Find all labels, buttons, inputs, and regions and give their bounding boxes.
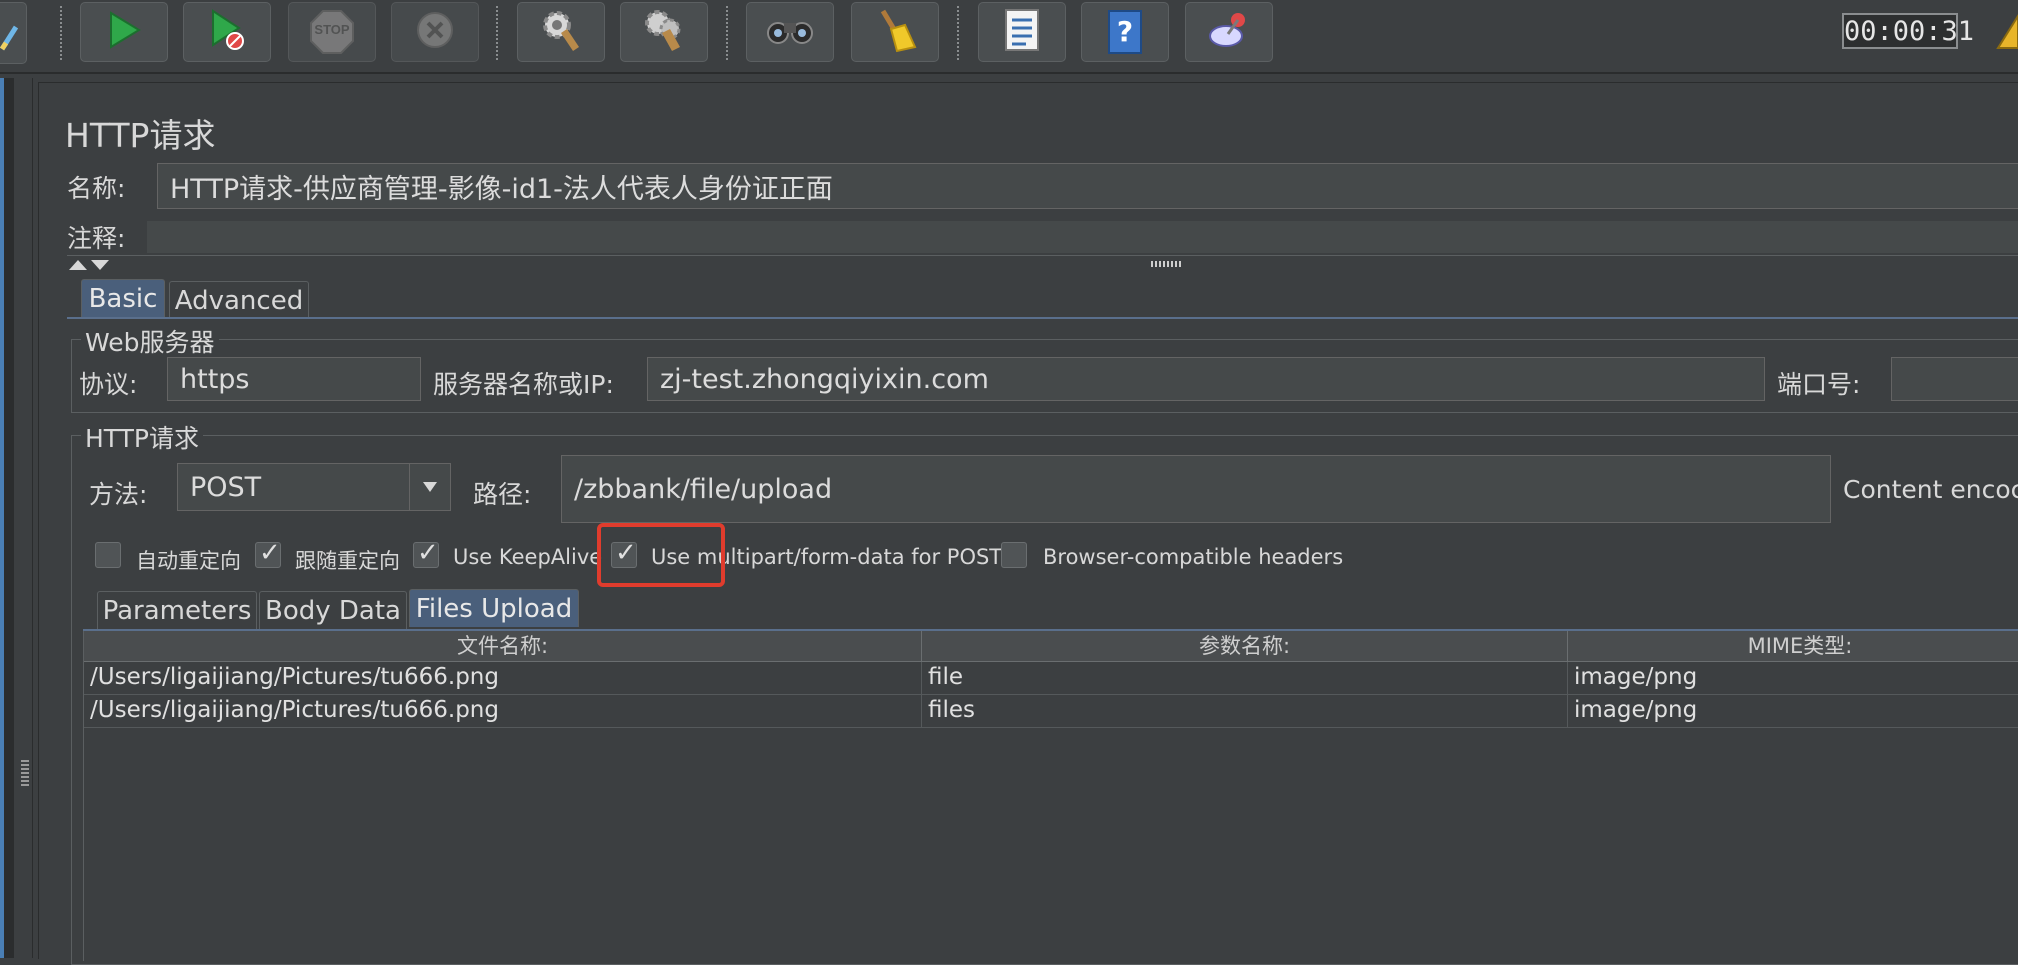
cell-mime[interactable]: image/png	[1574, 664, 1697, 690]
shutdown-icon	[415, 10, 455, 54]
port-label: 端口号:	[1777, 370, 1861, 399]
function-helper-button[interactable]	[978, 2, 1066, 62]
stop-button[interactable]: STOP	[288, 2, 376, 62]
name-field[interactable]: HTTP请求-供应商管理-影像-id1-法人代表人身份证正面	[157, 163, 2018, 209]
web-server-title: Web服务器	[81, 323, 219, 359]
protocol-field[interactable]: https	[167, 357, 421, 401]
path-label: 路径:	[473, 480, 532, 509]
help-book-icon: ?	[1108, 10, 1142, 54]
resize-grip-icon[interactable]	[1151, 261, 1181, 267]
help-button[interactable]: ?	[1081, 2, 1169, 62]
http-request-title: HTTP请求	[81, 419, 203, 455]
column-divider	[921, 662, 922, 728]
collapse-arrows-icon[interactable]	[67, 257, 113, 276]
clear-gear-icon	[539, 7, 583, 57]
table-header: 文件名称: 参数名称: MIME类型:	[84, 631, 2018, 662]
broom-icon	[873, 7, 917, 57]
cell-filename[interactable]: /Users/ligaijiang/Pictures/tu666.png	[90, 697, 499, 723]
follow-redirect-checkbox[interactable]: ✓	[255, 538, 281, 568]
remote-button[interactable]	[1185, 2, 1273, 62]
method-value: POST	[190, 471, 262, 503]
content-encoding-label: Content encoc	[1843, 475, 2018, 504]
panel-splitter[interactable]	[14, 78, 33, 958]
play-icon	[107, 11, 141, 53]
divider	[67, 255, 2018, 256]
keepalive-checkbox[interactable]: ✓	[413, 538, 439, 568]
auto-redirect-checkbox[interactable]	[95, 542, 121, 568]
http-request-panel: HTTP请求 名称: HTTP请求-供应商管理-影像-id1-法人代表人身份证正…	[38, 82, 2018, 965]
files-table: 文件名称: 参数名称: MIME类型: /Users/ligaijiang/Pi…	[83, 631, 2018, 961]
checkmark-icon: ✓	[259, 538, 281, 568]
splitter-grip-icon[interactable]	[21, 760, 29, 788]
server-label: 服务器名称或IP:	[433, 370, 614, 399]
clear-all-icon	[642, 7, 686, 57]
tree-selection-bar	[0, 78, 4, 958]
pencil-icon[interactable]	[0, 2, 27, 64]
cell-filename[interactable]: /Users/ligaijiang/Pictures/tu666.png	[90, 664, 499, 690]
elapsed-timer: 00:00:31	[1842, 13, 1974, 49]
list-icon	[1002, 8, 1042, 56]
method-label: 方法:	[89, 480, 148, 509]
tab-files-upload[interactable]: Files Upload	[409, 589, 579, 627]
comment-label: 注释:	[67, 224, 126, 253]
tab-basic[interactable]: Basic	[81, 279, 165, 317]
keepalive-label: Use KeepAlive	[453, 545, 603, 569]
start-no-pauses-button[interactable]	[183, 2, 271, 62]
server-field[interactable]: zj-test.zhongqiyixin.com	[647, 357, 1765, 401]
column-divider	[1567, 662, 1568, 728]
method-select[interactable]: POST	[177, 463, 451, 511]
port-field[interactable]	[1891, 357, 2018, 401]
binoculars-icon	[766, 15, 814, 49]
tab-parameters[interactable]: Parameters	[97, 591, 257, 629]
checkmark-icon: ✓	[417, 538, 439, 568]
clear-button[interactable]	[517, 2, 605, 62]
column-header-param-name[interactable]: 参数名称:	[922, 631, 1568, 661]
page-title: HTTP请求	[65, 116, 216, 155]
table-row[interactable]: /Users/ligaijiang/Pictures/tu666.png fil…	[84, 662, 2018, 695]
reset-search-button[interactable]	[851, 2, 939, 62]
browser-headers-label: Browser-compatible headers	[1043, 545, 1344, 569]
cell-param-name[interactable]: files	[928, 697, 975, 723]
auto-redirect-label: 自动重定向	[136, 549, 241, 573]
chevron-down-icon[interactable]	[409, 464, 450, 510]
table-row[interactable]: /Users/ligaijiang/Pictures/tu666.png fil…	[84, 695, 2018, 728]
warning-icon[interactable]	[1996, 14, 2018, 54]
search-button[interactable]	[746, 2, 834, 62]
name-label: 名称:	[67, 174, 126, 203]
cell-param-name[interactable]: file	[928, 664, 963, 690]
column-header-mime[interactable]: MIME类型:	[1568, 631, 2018, 661]
comment-field[interactable]	[147, 221, 2018, 253]
tab-body-data[interactable]: Body Data	[259, 591, 407, 629]
remote-icon	[1206, 8, 1252, 56]
path-field[interactable]: /zbbank/file/upload	[561, 455, 1831, 523]
column-header-filename[interactable]: 文件名称:	[84, 631, 922, 661]
follow-redirect-label: 跟随重定向	[295, 549, 400, 573]
play-no-timer-icon	[207, 9, 247, 55]
highlight-box	[597, 523, 725, 587]
clear-all-button[interactable]	[620, 2, 708, 62]
stop-icon: STOP	[310, 10, 354, 54]
toolbar: STOP ? 00:00:31	[0, 0, 2018, 74]
shutdown-button[interactable]	[391, 2, 479, 62]
browser-headers-checkbox[interactable]	[1001, 542, 1027, 568]
tab-underline	[67, 317, 2018, 319]
cell-mime[interactable]: image/png	[1574, 697, 1697, 723]
protocol-label: 协议:	[79, 370, 138, 399]
start-button[interactable]	[80, 2, 168, 62]
stop-label: STOP	[314, 22, 350, 37]
tab-advanced[interactable]: Advanced	[169, 281, 309, 319]
